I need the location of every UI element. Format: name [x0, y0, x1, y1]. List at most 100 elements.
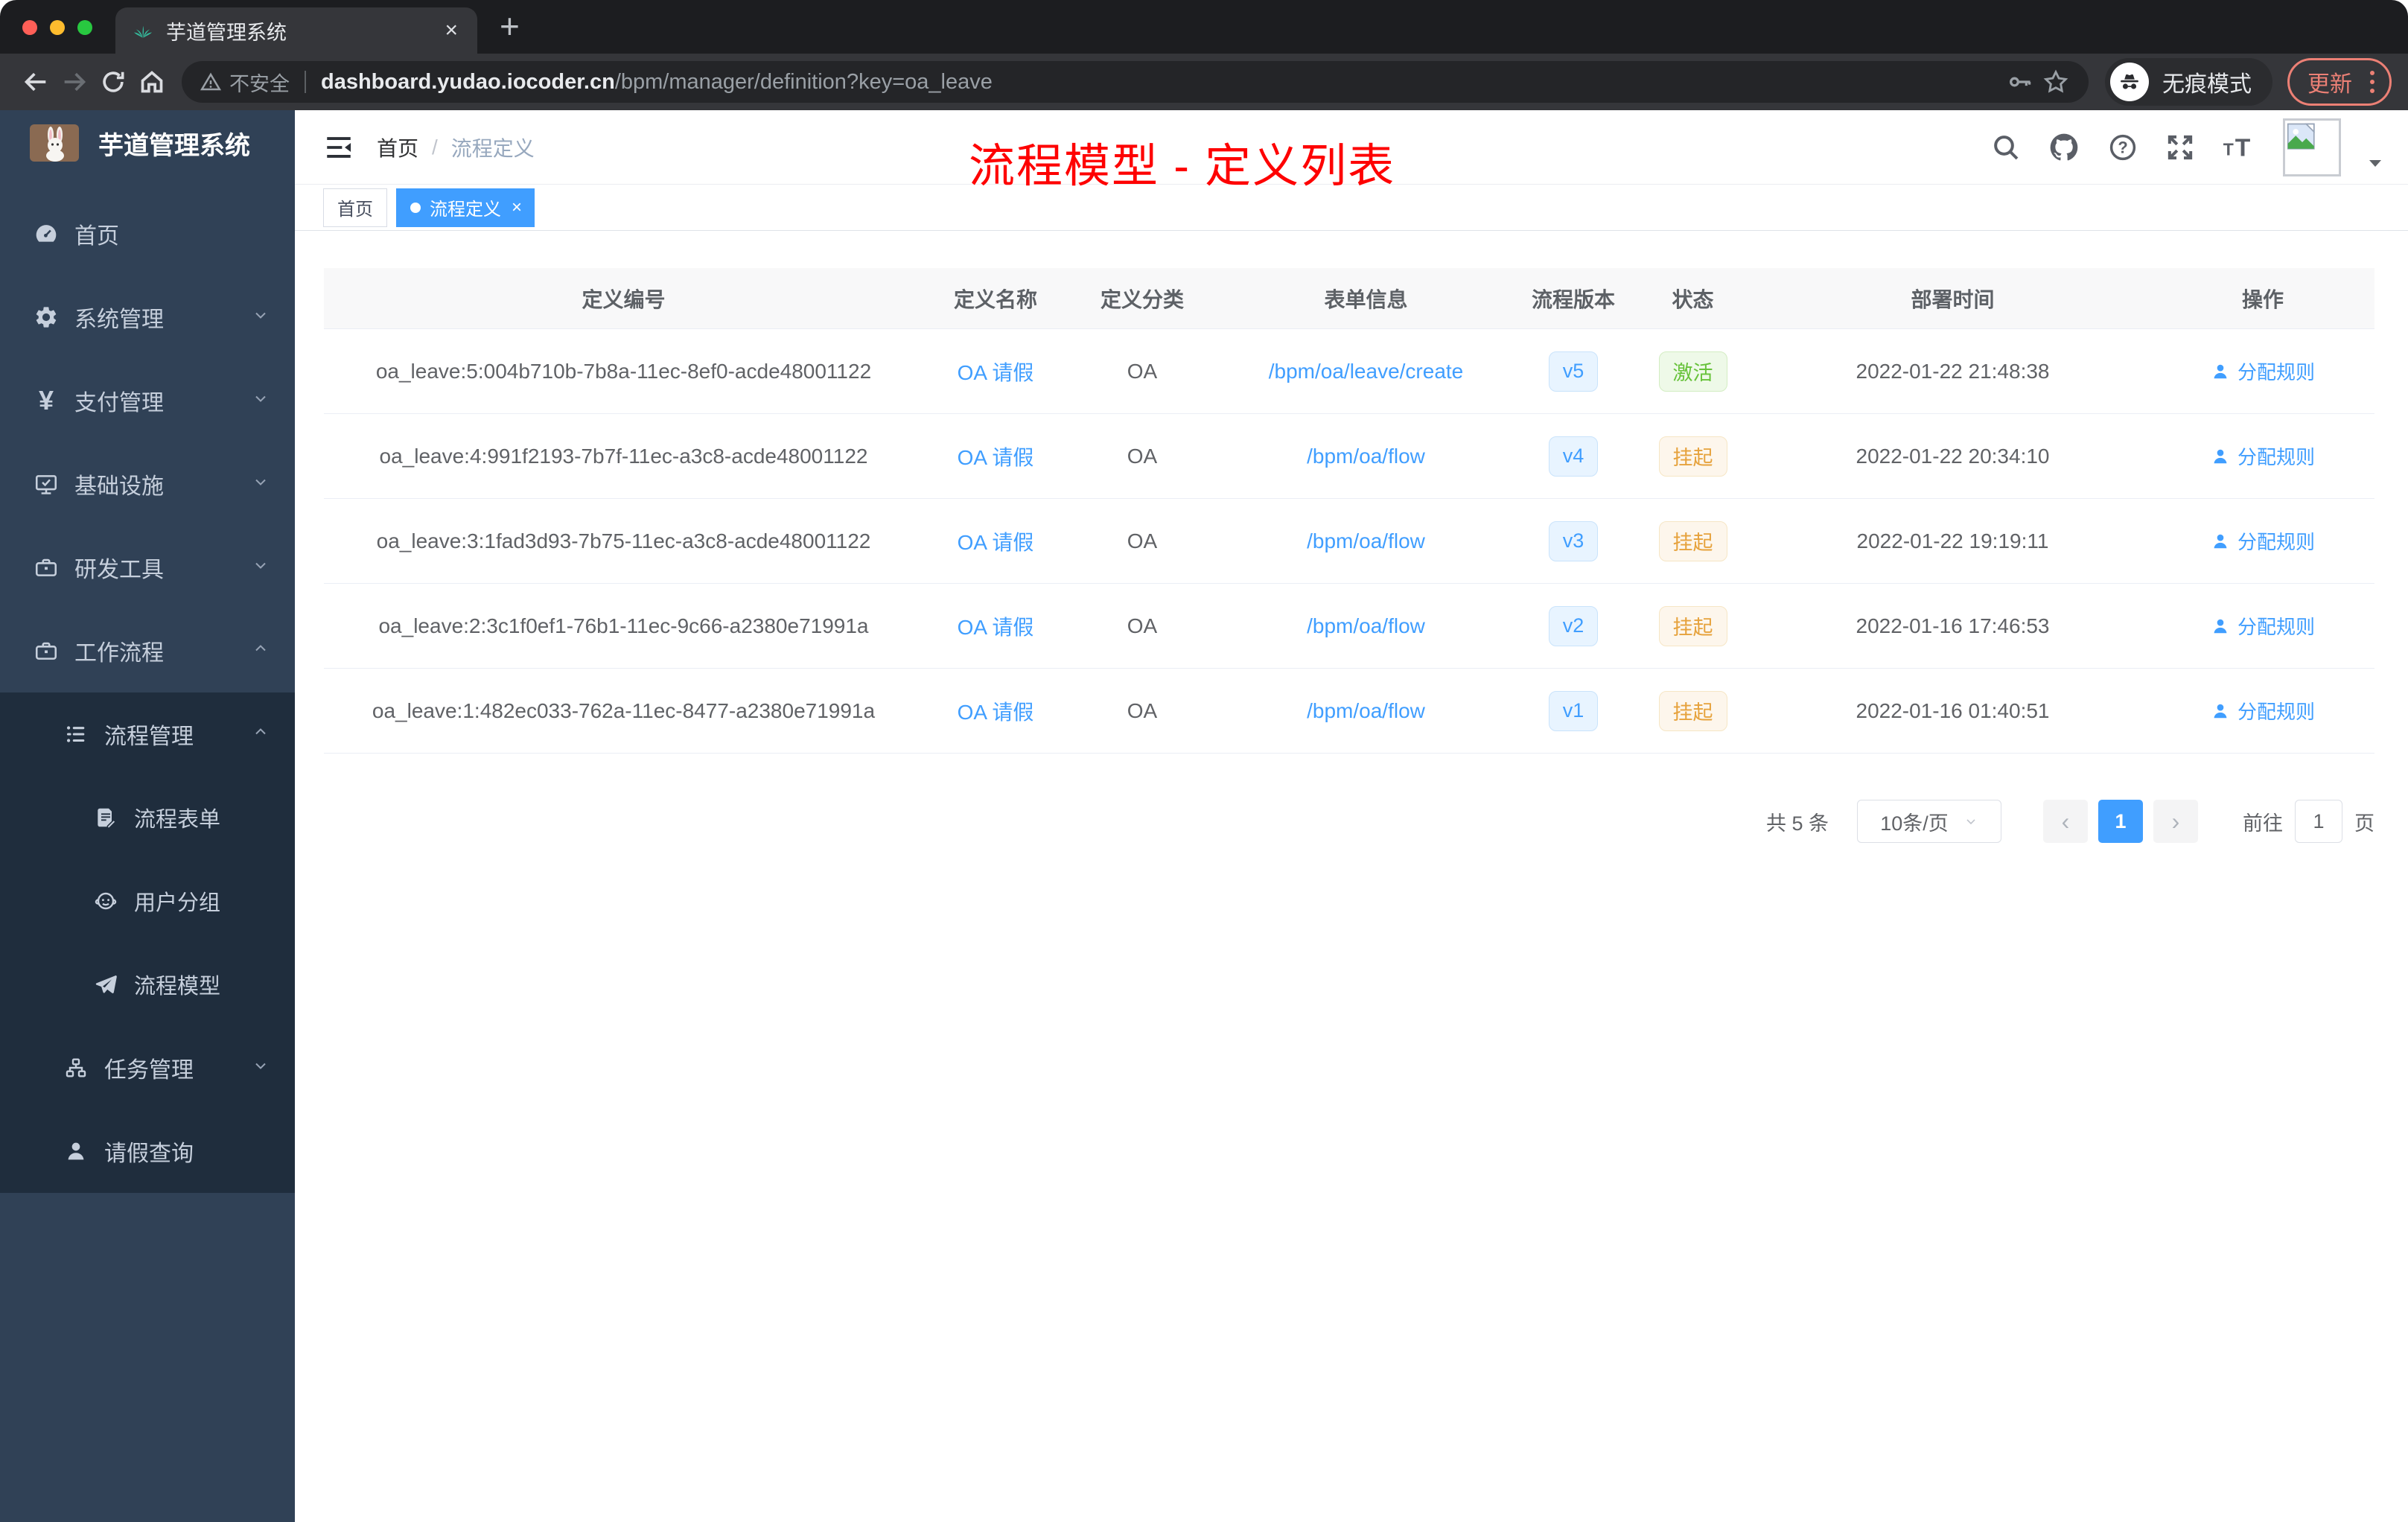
browser-menu-dots-icon[interactable] [2364, 71, 2380, 93]
goto-page-input[interactable] [2295, 800, 2342, 843]
workflow-submenu: 流程管理 流程表单 用户分组 流程模型 任务管理 请假查询 [0, 692, 295, 1193]
deploy-time-cell: 2022-01-22 19:19:11 [1856, 529, 2049, 553]
tab-close-icon[interactable]: × [442, 19, 461, 42]
security-label: 不安全 [229, 72, 290, 95]
back-icon[interactable] [16, 63, 55, 101]
forward-icon[interactable] [55, 63, 94, 101]
definition-name-link[interactable]: OA 请假 [958, 442, 1034, 471]
security-warning-icon[interactable] [200, 71, 222, 93]
window-controls[interactable] [22, 20, 92, 35]
yen-icon: ¥ [38, 385, 54, 415]
sidebar-item-process-form[interactable]: 流程表单 [0, 776, 295, 859]
sidebar-item-infrastructure[interactable]: 基础设施 [0, 442, 295, 526]
sidebar-item-label: 工作流程 [74, 641, 164, 666]
sidebar-item-label: 基础设施 [74, 474, 164, 499]
next-page-button[interactable]: › [2153, 800, 2198, 843]
sidebar-fold-icon[interactable] [323, 132, 354, 163]
toolbox-icon [30, 555, 63, 580]
assign-rule-button[interactable]: 分配规则 [2211, 527, 2315, 555]
url-text[interactable]: dashboard.yudao.iocoder.cn/bpm/manager/d… [321, 70, 2002, 95]
list-tree-icon [60, 722, 92, 747]
sidebar-item-user-group[interactable]: 用户分组 [0, 859, 295, 943]
tag-close-icon[interactable]: × [512, 197, 522, 218]
font-size-icon[interactable]: TT [2222, 131, 2256, 164]
key-icon[interactable] [2002, 64, 2038, 100]
sidebar-item-label: 任务管理 [104, 1058, 194, 1083]
form-link[interactable]: /bpm/oa/flow [1307, 699, 1425, 723]
breadcrumb: 首页 / 流程定义 [377, 133, 535, 162]
tag-home[interactable]: 首页 [323, 188, 387, 227]
minimize-window-button[interactable] [50, 20, 65, 35]
incognito-badge: 无痕模式 [2105, 58, 2272, 106]
table-header-row: 定义编号 定义名称 定义分类 表单信息 流程版本 状态 部署时间 操作 [324, 268, 2374, 329]
sidebar-item-label: 系统管理 [74, 308, 164, 332]
new-tab-button[interactable]: + [500, 9, 520, 43]
sidebar-item-dev-tools[interactable]: 研发工具 [0, 526, 295, 609]
assign-rule-button[interactable]: 分配规则 [2211, 357, 2315, 385]
close-window-button[interactable] [22, 20, 37, 35]
column-header: 状态 [1672, 287, 1714, 311]
browser-tab-strip: 芋道管理系统 × + [0, 0, 2408, 54]
sidebar-item-payment-mgmt[interactable]: ¥ 支付管理 [0, 359, 295, 442]
url-bar[interactable]: 不安全 dashboard.yudao.iocoder.cn/bpm/manag… [182, 61, 2089, 103]
sidebar-logo-row[interactable]: 芋道管理系统 [0, 110, 295, 176]
search-icon[interactable] [1991, 133, 2021, 162]
sidebar-item-process-model[interactable]: 流程模型 [0, 943, 295, 1026]
assign-rule-button[interactable]: 分配规则 [2211, 697, 2315, 725]
form-link[interactable]: /bpm/oa/flow [1307, 614, 1425, 638]
svg-text:?: ? [2118, 138, 2127, 156]
avatar[interactable] [2283, 118, 2341, 176]
reload-icon[interactable] [94, 63, 133, 101]
sidebar-item-task-mgmt[interactable]: 任务管理 [0, 1026, 295, 1109]
definition-id-cell: oa_leave:3:1fad3d93-7b75-11ec-a3c8-acde4… [376, 529, 871, 553]
browser-tab[interactable]: 芋道管理系统 × [115, 7, 477, 54]
help-icon[interactable]: ? [2107, 132, 2138, 163]
status-badge: 挂起 [1658, 436, 1727, 477]
browser-update-button[interactable]: 更新 [2287, 58, 2392, 106]
page-1-button[interactable]: 1 [2098, 800, 2143, 843]
definition-name-link[interactable]: OA 请假 [958, 696, 1034, 726]
definition-id-cell: oa_leave:5:004b710b-7b8a-11ec-8ef0-acde4… [375, 359, 872, 383]
assign-rule-button[interactable]: 分配规则 [2211, 612, 2315, 640]
sidebar-item-dashboard[interactable]: 首页 [0, 192, 295, 276]
definition-name-link[interactable]: OA 请假 [958, 526, 1034, 556]
chevron-up-icon [252, 722, 270, 747]
chevron-down-icon [252, 305, 270, 330]
definition-id-cell: oa_leave:2:3c1f0ef1-76b1-11ec-9c66-a2380… [378, 614, 869, 637]
definition-id-cell: oa_leave:1:482ec033-762a-11ec-8477-a2380… [372, 698, 876, 722]
pagination-total: 共 5 条 [1765, 812, 1829, 835]
chevron-down-icon [252, 471, 270, 497]
github-icon[interactable] [2048, 131, 2080, 164]
page-size-value: 10条/页 [1880, 812, 1949, 835]
table-row: oa_leave:3:1fad3d93-7b75-11ec-a3c8-acde4… [324, 499, 2374, 584]
form-link[interactable]: /bpm/oa/flow [1307, 445, 1425, 468]
sidebar-item-process-mgmt[interactable]: 流程管理 [0, 692, 295, 776]
definition-name-link[interactable]: OA 请假 [958, 357, 1034, 386]
category-cell: OA [1127, 698, 1158, 722]
avatar-caret-down-icon[interactable] [2368, 159, 2383, 169]
sidebar-item-workflow[interactable]: 工作流程 [0, 609, 295, 692]
version-badge: v1 [1548, 690, 1599, 731]
zoom-window-button[interactable] [77, 20, 92, 35]
definition-table: 定义编号 定义名称 定义分类 表单信息 流程版本 状态 部署时间 操作 oa_l… [324, 268, 2374, 754]
breadcrumb-home-link[interactable]: 首页 [377, 133, 418, 162]
bookmark-star-icon[interactable] [2038, 64, 2074, 100]
form-doc-icon [89, 806, 122, 830]
fullscreen-icon[interactable] [2165, 133, 2195, 162]
svg-text:T: T [2235, 134, 2251, 162]
page-size-select[interactable]: 10条/页 [1857, 800, 2001, 843]
definition-name-link[interactable]: OA 请假 [958, 611, 1034, 641]
url-path: /bpm/manager/definition?key=oa_leave [614, 69, 993, 94]
version-badge: v3 [1548, 520, 1599, 561]
category-cell: OA [1127, 444, 1158, 468]
sidebar-item-leave-query[interactable]: 请假查询 [0, 1109, 295, 1193]
sidebar-item-label: 请假查询 [104, 1142, 194, 1166]
home-icon[interactable] [133, 63, 171, 101]
assign-rule-button[interactable]: 分配规则 [2211, 442, 2315, 470]
prev-page-button[interactable]: ‹ [2043, 800, 2088, 843]
tag-process-definition[interactable]: 流程定义 × [396, 188, 535, 227]
form-link[interactable]: /bpm/oa/leave/create [1269, 360, 1464, 383]
sidebar-item-system-mgmt[interactable]: 系统管理 [0, 276, 295, 359]
pager-buttons: ‹ 1 › [2043, 800, 2198, 843]
form-link[interactable]: /bpm/oa/flow [1307, 529, 1425, 553]
